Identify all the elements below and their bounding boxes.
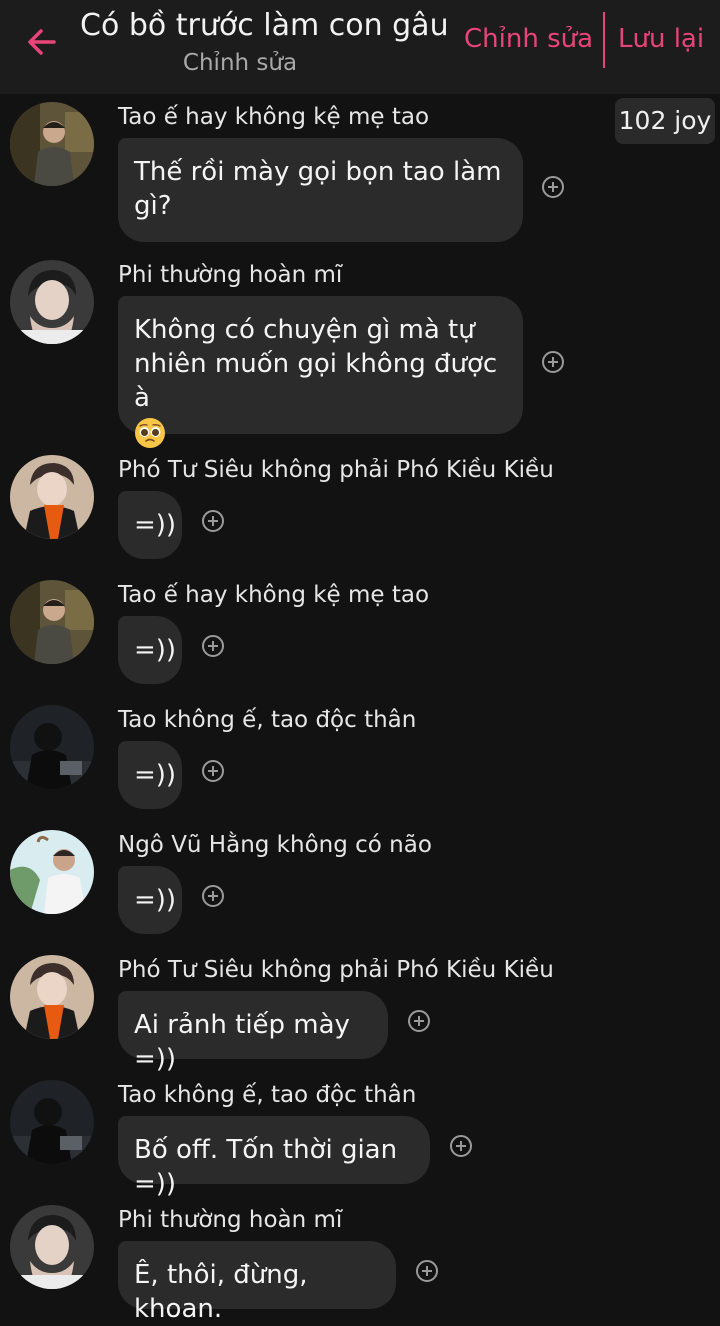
avatar[interactable]	[10, 455, 94, 539]
add-reaction-icon[interactable]	[416, 1260, 438, 1282]
avatar[interactable]	[10, 955, 94, 1039]
sender-name: Tao ế hay không kệ mẹ tao	[118, 582, 430, 608]
chat-title: Có bồ trước làm con gâu ...	[80, 8, 460, 43]
save-button[interactable]: Lưu lại	[618, 24, 704, 54]
add-reaction-icon[interactable]	[542, 176, 564, 198]
message-bubble[interactable]: Bố off. Tốn thời gian =))	[118, 1116, 430, 1199]
avatar[interactable]	[10, 1205, 94, 1289]
sender-name: Phó Tư Siêu không phải Phó Kiều Kiều	[118, 457, 554, 483]
chat-subtitle: Chỉnh sửa	[182, 50, 298, 76]
sender-name: Tao không ế, tao độc thân	[118, 707, 417, 733]
sender-name: Phó Tư Siêu không phải Phó Kiều Kiều	[118, 957, 554, 983]
avatar[interactable]	[10, 705, 94, 789]
message-bubble[interactable]: =))	[118, 491, 182, 559]
pleading-face-emoji	[135, 418, 165, 448]
message-bubble[interactable]: Thế rồi mày gọi bọn tao làm gì?	[118, 138, 523, 242]
message-bubble[interactable]: Ê, thôi, đừng, khoan.	[118, 1241, 396, 1324]
sender-name: Tao không ế, tao độc thân	[118, 1082, 417, 1108]
message-bubble[interactable]: =))	[118, 866, 182, 934]
add-reaction-icon[interactable]	[408, 1010, 430, 1032]
add-reaction-icon[interactable]	[202, 635, 224, 657]
message-bubble[interactable]: =))	[118, 616, 182, 684]
add-reaction-icon[interactable]	[202, 510, 224, 532]
sender-name: Tao ế hay không kệ mẹ tao	[118, 104, 430, 130]
avatar[interactable]	[10, 580, 94, 664]
edit-button[interactable]: Chỉnh sửa	[464, 24, 593, 54]
add-reaction-icon[interactable]	[202, 885, 224, 907]
avatar[interactable]	[10, 260, 94, 344]
header-divider	[603, 12, 605, 68]
sender-name: Phi thường hoàn mĩ	[118, 262, 343, 288]
message-bubble[interactable]: Ai rảnh tiếp mày =))	[118, 991, 388, 1074]
message-text: Không có chuyện gì mà tự nhiên muốn gọi …	[134, 315, 498, 413]
sender-name: Phi thường hoàn mĩ	[118, 1207, 343, 1233]
avatar[interactable]	[10, 1080, 94, 1164]
top-bar: Có bồ trước làm con gâu ... Chỉnh sửa Ch…	[0, 0, 720, 94]
avatar[interactable]	[10, 830, 94, 914]
add-reaction-icon[interactable]	[542, 351, 564, 373]
back-arrow-icon[interactable]	[22, 22, 62, 62]
message-bubble[interactable]: Không có chuyện gì mà tự nhiên muốn gọi …	[118, 296, 523, 448]
avatar[interactable]	[10, 102, 94, 186]
message-bubble[interactable]: =))	[118, 741, 182, 809]
add-reaction-icon[interactable]	[450, 1135, 472, 1157]
joy-badge: 102 joy	[615, 98, 715, 144]
sender-name: Ngô Vũ Hằng không có não	[118, 832, 432, 858]
add-reaction-icon[interactable]	[202, 760, 224, 782]
